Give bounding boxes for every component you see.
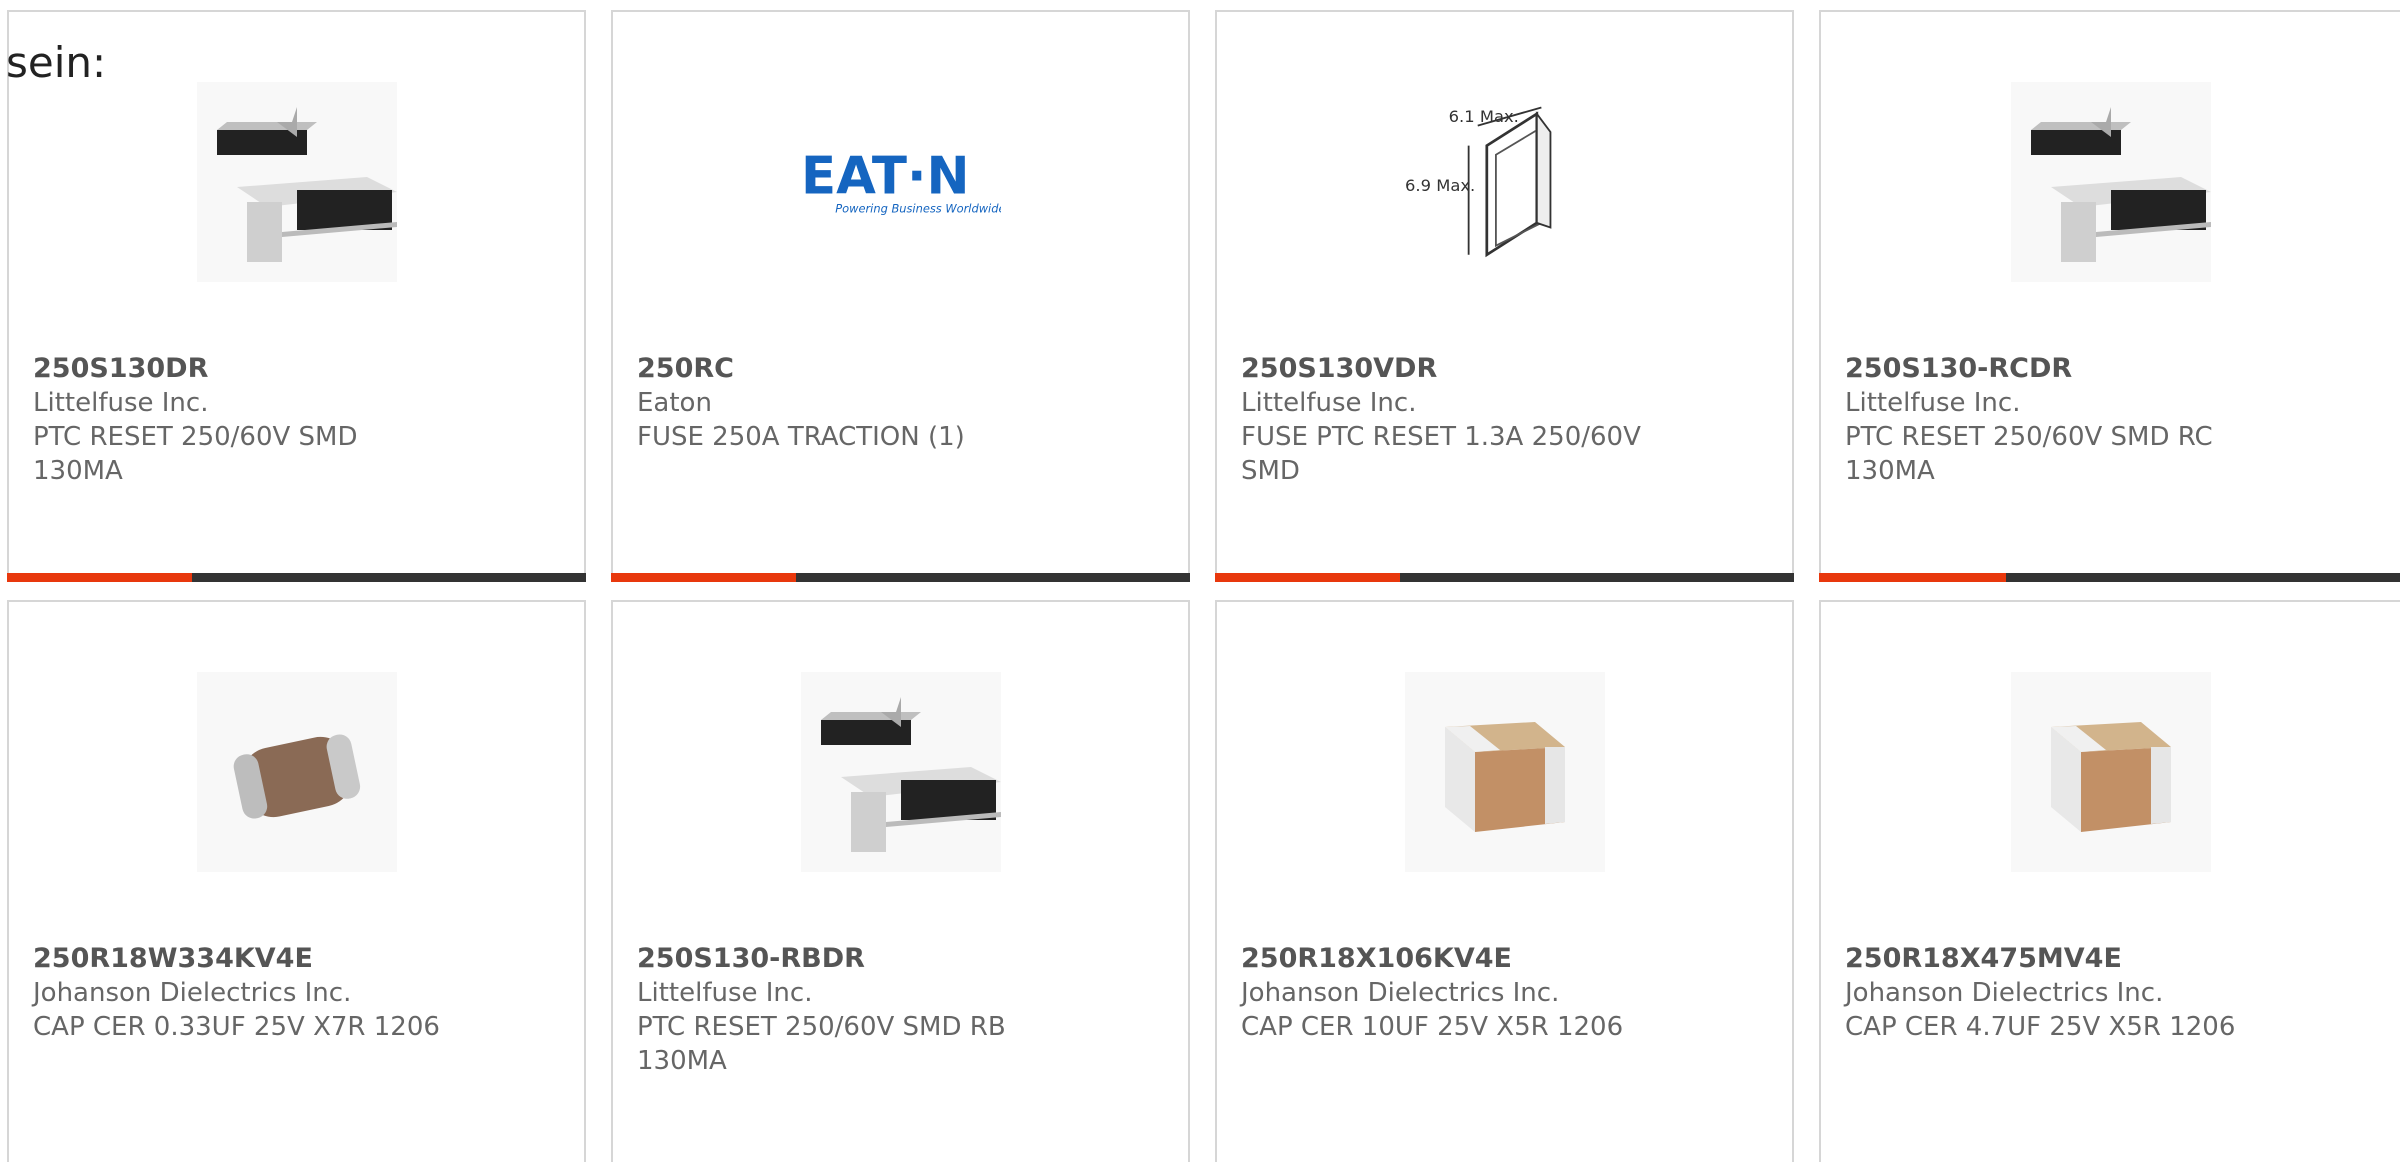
product-card[interactable]: 250R18W334KV4E Johanson Dielectrics Inc.…: [7, 600, 586, 1162]
part-number[interactable]: 250S130-RBDR: [637, 942, 1057, 976]
part-number[interactable]: 250R18X475MV4E: [1845, 942, 2265, 976]
description: FUSE 250A TRACTION (1): [637, 422, 965, 452]
product-info: 250RC Eaton FUSE 250A TRACTION (1): [637, 352, 1057, 454]
manufacturer: Johanson Dielectrics Inc.: [1241, 978, 1560, 1008]
eaton-logo-text: EAT·N: [801, 146, 970, 206]
product-card[interactable]: 250R18X475MV4E Johanson Dielectrics Inc.…: [1819, 600, 2400, 1162]
product-card[interactable]: 6.1 Max. 6.9 Max. 250S130VDR Littelfuse …: [1215, 10, 1794, 582]
part-number[interactable]: 250RC: [637, 352, 1057, 386]
manufacturer: Littelfuse Inc.: [637, 978, 813, 1008]
product-card[interactable]: 250S130-RBDR Littelfuse Inc. PTC RESET 2…: [611, 600, 1190, 1162]
product-info: 250R18W334KV4E Johanson Dielectrics Inc.…: [33, 942, 453, 1044]
ptc-smd-image: [800, 672, 1001, 872]
product-grid-page: sein: 250S130DR Littelfuse Inc. PTC RESE…: [0, 0, 2400, 1162]
ptc-smd-image: [2010, 82, 2211, 282]
part-number[interactable]: 250S130-RCDR: [1845, 352, 2265, 386]
product-info: 250R18X475MV4E Johanson Dielectrics Inc.…: [1845, 942, 2265, 1044]
dimension-drawing: 6.1 Max. 6.9 Max.: [1405, 82, 1605, 282]
product-card[interactable]: 250S130-RCDR Littelfuse Inc. PTC RESET 2…: [1819, 10, 2400, 582]
product-info: 250S130-RBDR Littelfuse Inc. PTC RESET 2…: [637, 942, 1057, 1078]
mlcc-box-image: [1404, 672, 1605, 872]
description: PTC RESET 250/60V SMD RC 130MA: [1845, 422, 2213, 486]
product-card[interactable]: EAT·N Powering Business Worldwide 250RC …: [611, 10, 1190, 582]
part-number[interactable]: 250R18X106KV4E: [1241, 942, 1661, 976]
product-info: 250S130VDR Littelfuse Inc. FUSE PTC RESE…: [1241, 352, 1661, 488]
manufacturer: Littelfuse Inc.: [33, 388, 209, 418]
product-info: 250S130-RCDR Littelfuse Inc. PTC RESET 2…: [1845, 352, 2265, 488]
manufacturer: Eaton: [637, 388, 712, 418]
eaton-logo: EAT·N Powering Business Worldwide: [801, 82, 1001, 282]
product-card[interactable]: 250S130DR Littelfuse Inc. PTC RESET 250/…: [7, 10, 586, 582]
progress-bar: [611, 573, 1190, 582]
manufacturer: Johanson Dielectrics Inc.: [1845, 978, 2164, 1008]
progress-bar: [1819, 573, 2400, 582]
progress-bar: [1215, 573, 1794, 582]
description: CAP CER 0.33UF 25V X7R 1206: [33, 1012, 440, 1042]
part-number[interactable]: 250R18W334KV4E: [33, 942, 453, 976]
description: CAP CER 10UF 25V X5R 1206: [1241, 1012, 1624, 1042]
description: CAP CER 4.7UF 25V X5R 1206: [1845, 1012, 2236, 1042]
description: PTC RESET 250/60V SMD 130MA: [33, 422, 358, 486]
product-info: 250R18X106KV4E Johanson Dielectrics Inc.…: [1241, 942, 1661, 1044]
mlcc-box-image: [2010, 672, 2211, 872]
manufacturer: Johanson Dielectrics Inc.: [33, 978, 352, 1008]
part-number[interactable]: 250S130VDR: [1241, 352, 1661, 386]
description: PTC RESET 250/60V SMD RB 130MA: [637, 1012, 1006, 1076]
product-card[interactable]: 250R18X106KV4E Johanson Dielectrics Inc.…: [1215, 600, 1794, 1162]
manufacturer: Littelfuse Inc.: [1241, 388, 1417, 418]
mlcc-rounded-image: [196, 672, 397, 872]
part-number[interactable]: 250S130DR: [33, 352, 453, 386]
product-info: 250S130DR Littelfuse Inc. PTC RESET 250/…: [33, 352, 453, 488]
intro-text: sein:: [6, 38, 107, 87]
ptc-smd-image: [196, 82, 397, 282]
progress-bar: [7, 573, 586, 582]
dimension-label-2: 6.9 Max.: [1405, 176, 1475, 195]
description: FUSE PTC RESET 1.3A 250/60V SMD: [1241, 422, 1641, 486]
eaton-tagline: Powering Business Worldwide: [835, 201, 1001, 215]
manufacturer: Littelfuse Inc.: [1845, 388, 2021, 418]
